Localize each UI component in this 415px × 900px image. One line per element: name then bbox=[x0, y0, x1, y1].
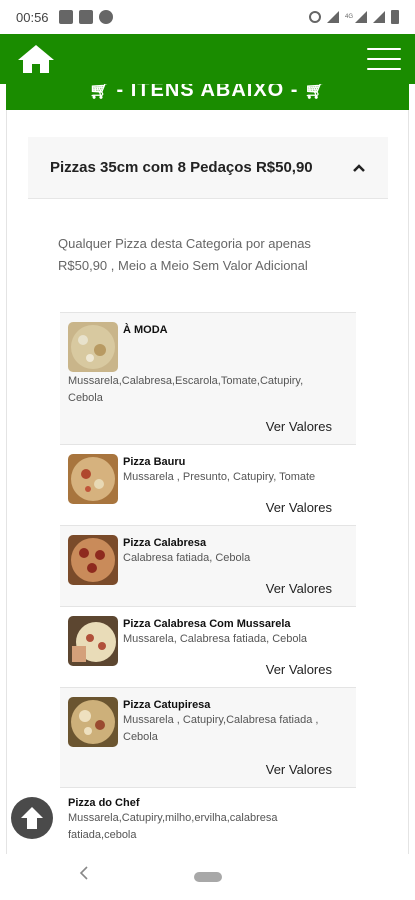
pizza-image bbox=[68, 616, 118, 666]
item-name: Pizza Catupiresa bbox=[123, 699, 211, 711]
home-icon bbox=[18, 45, 54, 73]
menu-button[interactable] bbox=[367, 44, 401, 74]
calendar-notification-icon bbox=[78, 10, 93, 24]
item-name: Pizza Calabresa Com Mussarela bbox=[123, 618, 291, 630]
battery-icon bbox=[391, 10, 399, 24]
hamburger-line bbox=[367, 68, 401, 70]
home-button[interactable] bbox=[14, 39, 58, 79]
list-item[interactable]: Pizza Calabresa Com Mussarela Mussarela,… bbox=[60, 606, 356, 687]
item-name: Pizza Calabresa bbox=[123, 537, 207, 549]
category-accordion: Pizzas 35cm com 8 Pedaços R$50,90 Qualqu… bbox=[28, 137, 388, 277]
ver-valores-button[interactable]: Ver Valores bbox=[266, 500, 332, 515]
wifi-icon bbox=[326, 11, 339, 23]
pizza-image bbox=[68, 322, 118, 372]
category-body: Qualquer Pizza desta Categoria por apena… bbox=[28, 199, 388, 277]
category-header[interactable]: Pizzas 35cm com 8 Pedaços R$50,90 bbox=[28, 137, 388, 199]
product-list: À MODA Mussarela,Calabresa,Escarola,Toma… bbox=[60, 312, 356, 854]
hamburger-line bbox=[367, 58, 401, 60]
signal-2-icon bbox=[373, 11, 385, 23]
item-ingredients: Mussarela , Presunto, Catupiry, Tomate bbox=[123, 471, 316, 483]
item-ingredients: Calabresa fatiada, Cebola bbox=[123, 552, 251, 564]
status-time: 00:56 bbox=[16, 9, 49, 25]
category-title: Pizzas 35cm com 8 Pedaços R$50,90 bbox=[50, 159, 313, 176]
ver-valores-button[interactable]: Ver Valores bbox=[266, 662, 332, 677]
item-name: Pizza do Chef bbox=[68, 797, 140, 809]
scroll-to-top-button[interactable] bbox=[11, 797, 53, 839]
list-item[interactable]: Pizza Calabresa Calabresa fatiada, Cebol… bbox=[60, 525, 356, 606]
gallery-notification-icon bbox=[58, 10, 73, 24]
list-item[interactable]: Pizza Catupiresa Mussarela , Catupiry,Ca… bbox=[60, 687, 356, 787]
pizza-image bbox=[68, 454, 118, 504]
ver-valores-button[interactable]: Ver Valores bbox=[266, 419, 332, 434]
pizza-image bbox=[68, 697, 118, 747]
cart-icon: 🛒︎ bbox=[304, 84, 326, 100]
status-bar: 00:56 4G bbox=[0, 0, 415, 34]
pizza-image bbox=[68, 535, 118, 585]
list-item[interactable]: Pizza do Chef Mussarela,Catupiry,milho,e… bbox=[60, 787, 356, 854]
item-ingredients: Mussarela, Calabresa fatiada, Cebola bbox=[123, 633, 308, 645]
system-nav-bar bbox=[0, 854, 415, 900]
item-ingredients: Mussarela,Calabresa,Escarola,Tomate,Catu… bbox=[68, 375, 304, 404]
status-right-icons: 4G bbox=[308, 10, 399, 24]
chevron-up-icon bbox=[353, 163, 365, 172]
page-content: 🛒︎ - ITENS ABAIXO - 🛒︎ Pizzas 35cm com 8 P… bbox=[0, 84, 415, 854]
item-name: À MODA bbox=[123, 324, 168, 336]
arrow-up-icon bbox=[21, 807, 43, 829]
whatsapp-notification-icon bbox=[98, 10, 113, 24]
ver-valores-button[interactable]: Ver Valores bbox=[266, 762, 332, 777]
list-item[interactable]: À MODA Mussarela,Calabresa,Escarola,Toma… bbox=[60, 312, 356, 444]
ver-valores-button[interactable]: Ver Valores bbox=[266, 581, 332, 596]
hamburger-menu-icon bbox=[367, 48, 401, 50]
banner-text: - ITENS ABAIXO - bbox=[116, 84, 299, 101]
signal-icon bbox=[355, 11, 367, 23]
item-name: Pizza Bauru bbox=[123, 456, 186, 468]
app-bar bbox=[0, 34, 415, 84]
alarm-icon bbox=[308, 11, 321, 23]
item-ingredients: Mussarela , Catupiry,Calabresa fatiada ,… bbox=[123, 714, 319, 743]
item-ingredients: Mussarela,Catupiry,milho,ervilha,calabre… bbox=[68, 812, 278, 841]
category-description: Qualquer Pizza desta Categoria por apena… bbox=[58, 236, 311, 273]
home-gesture-pill[interactable] bbox=[194, 872, 222, 882]
network-type-label: 4G bbox=[344, 14, 353, 20]
section-banner: 🛒︎ - ITENS ABAIXO - 🛒︎ bbox=[6, 84, 409, 110]
cart-icon: 🛒︎ bbox=[89, 84, 111, 100]
back-icon[interactable] bbox=[78, 864, 90, 882]
list-item[interactable]: Pizza Bauru Mussarela , Presunto, Catupi… bbox=[60, 444, 356, 525]
